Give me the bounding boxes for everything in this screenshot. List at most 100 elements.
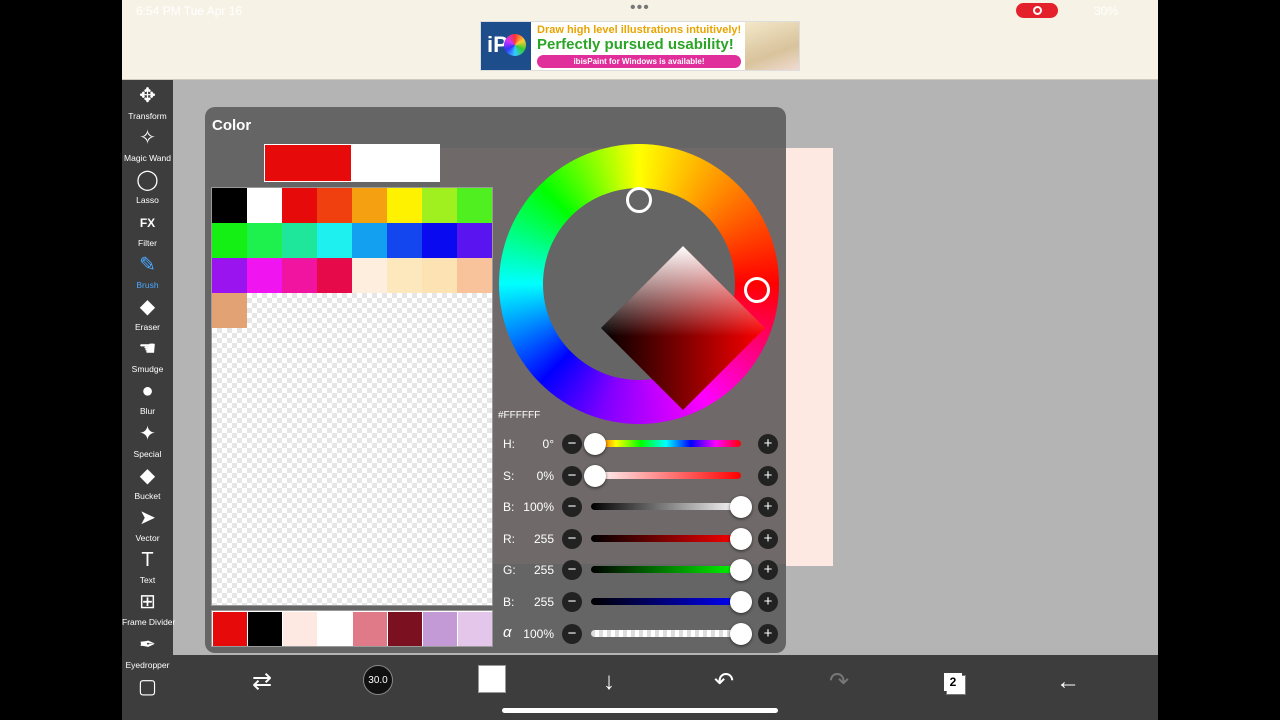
- slider-track[interactable]: [591, 598, 741, 605]
- decrement-button[interactable]: −: [562, 465, 582, 486]
- palette-swatch[interactable]: [212, 258, 247, 293]
- tool-bucket[interactable]: ◆ Bucket: [122, 463, 173, 505]
- decrement-button[interactable]: −: [562, 623, 582, 644]
- tool-magic-wand[interactable]: ✧ Magic Wand: [122, 125, 173, 167]
- slider-track[interactable]: [591, 566, 741, 574]
- palette-swatch[interactable]: [247, 223, 282, 258]
- recent-color-swatch[interactable]: [423, 612, 457, 646]
- tool-filter[interactable]: FX Filter: [122, 210, 173, 252]
- palette-swatch[interactable]: [212, 293, 247, 328]
- slider-thumb[interactable]: [730, 591, 752, 613]
- tool-special[interactable]: ✦ Special: [122, 421, 173, 463]
- hex-value[interactable]: #FFFFFF: [498, 410, 540, 421]
- palette-swatch[interactable]: [212, 188, 247, 223]
- recent-color-swatch[interactable]: [353, 612, 387, 646]
- ad-banner[interactable]: iP Draw high level illustrations intuiti…: [480, 21, 800, 71]
- slider-thumb[interactable]: [730, 559, 752, 582]
- canvas-artwork[interactable]: [785, 148, 833, 566]
- slider-track[interactable]: [591, 503, 741, 511]
- slider-track[interactable]: [591, 534, 741, 542]
- palette-swatch[interactable]: [352, 258, 387, 293]
- palette-swatch[interactable]: [247, 188, 282, 223]
- sv-picker-knob[interactable]: [626, 187, 652, 213]
- slider-value[interactable]: 100%: [516, 500, 554, 514]
- recent-color-swatch[interactable]: [318, 612, 352, 646]
- decrement-button[interactable]: −: [562, 592, 582, 612]
- layers-button[interactable]: 2: [936, 665, 970, 699]
- palette-swatch[interactable]: [282, 223, 317, 258]
- palette-swatch[interactable]: [457, 223, 492, 258]
- palette-swatch[interactable]: [317, 188, 352, 223]
- slider-value[interactable]: 0%: [516, 469, 554, 483]
- brush-size-button[interactable]: 30.0: [363, 665, 393, 695]
- palette-swatch[interactable]: [317, 258, 352, 293]
- increment-button[interactable]: +: [758, 623, 778, 644]
- palette-swatch[interactable]: [282, 188, 317, 223]
- tool-blur[interactable]: ● Blur: [122, 378, 173, 420]
- tool-vector[interactable]: ➤ Vector: [122, 505, 173, 547]
- palette-swatch[interactable]: [212, 223, 247, 258]
- down-arrow-icon[interactable]: ↓: [592, 665, 626, 699]
- decrement-button[interactable]: −: [562, 434, 582, 454]
- palette-swatch[interactable]: [352, 188, 387, 223]
- decrement-button[interactable]: −: [562, 528, 582, 549]
- palette-swatch[interactable]: [387, 258, 422, 293]
- tool-eyedropper[interactable]: ✒ Eyedropper: [122, 632, 173, 674]
- palette-swatch[interactable]: [422, 258, 457, 293]
- multitask-dots[interactable]: •••: [630, 0, 650, 17]
- increment-button[interactable]: +: [758, 465, 778, 486]
- palette-swatch[interactable]: [387, 223, 422, 258]
- sv-diamond-area[interactable]: [543, 188, 766, 411]
- slider-value[interactable]: 255: [516, 563, 554, 577]
- tool-brush[interactable]: ✎ Brush: [122, 252, 173, 294]
- palette-swatch[interactable]: [457, 258, 492, 293]
- increment-button[interactable]: +: [758, 528, 778, 549]
- increment-button[interactable]: +: [758, 592, 778, 612]
- current-color-button[interactable]: [478, 665, 506, 693]
- increment-button[interactable]: +: [758, 497, 778, 518]
- recent-color-swatch[interactable]: [213, 612, 247, 646]
- slider-thumb[interactable]: [584, 464, 606, 487]
- slider-value[interactable]: 255: [516, 532, 554, 546]
- palette-swatch[interactable]: [387, 188, 422, 223]
- slider-thumb[interactable]: [730, 622, 752, 645]
- decrement-button[interactable]: −: [562, 560, 582, 581]
- tool-lasso[interactable]: ◯ Lasso: [122, 167, 173, 209]
- screen-recording-icon[interactable]: [1016, 3, 1058, 18]
- sub-color-swatch[interactable]: [352, 144, 440, 182]
- slider-value[interactable]: 100%: [516, 627, 554, 641]
- slider-thumb[interactable]: [584, 433, 606, 455]
- decrement-button[interactable]: −: [562, 497, 582, 518]
- palette-swatch[interactable]: [457, 188, 492, 223]
- undo-icon[interactable]: ↶: [707, 665, 741, 699]
- tool-eraser[interactable]: ◆ Eraser: [122, 294, 173, 336]
- increment-button[interactable]: +: [758, 434, 778, 454]
- tool-text[interactable]: T Text: [122, 547, 173, 589]
- slider-track[interactable]: [591, 471, 741, 479]
- tool-transform[interactable]: ✥ Transform: [122, 83, 173, 125]
- hue-picker-knob[interactable]: [744, 277, 770, 303]
- swap-colors-icon[interactable]: ⇄: [245, 665, 279, 699]
- slider-thumb[interactable]: [730, 496, 752, 519]
- palette-swatch[interactable]: [352, 223, 387, 258]
- recent-color-swatch[interactable]: [283, 612, 317, 646]
- increment-button[interactable]: +: [758, 560, 778, 581]
- tool-frame-divider[interactable]: ⊞ Frame Divider: [122, 589, 175, 631]
- slider-track[interactable]: [591, 440, 741, 447]
- palette-swatch[interactable]: [247, 258, 282, 293]
- tool-smudge[interactable]: ☚ Smudge: [122, 336, 173, 378]
- recent-color-swatch[interactable]: [248, 612, 282, 646]
- hue-wheel[interactable]: [499, 144, 779, 424]
- slider-thumb[interactable]: [730, 527, 752, 550]
- redo-icon[interactable]: ↷: [822, 665, 856, 699]
- main-color-swatch[interactable]: [264, 144, 352, 182]
- recent-color-swatch[interactable]: [458, 612, 492, 646]
- palette-swatch[interactable]: [317, 223, 352, 258]
- palette-swatch[interactable]: [282, 258, 317, 293]
- palette-swatch[interactable]: [422, 223, 457, 258]
- back-arrow-icon[interactable]: ←: [1051, 665, 1085, 699]
- palette-swatch[interactable]: [422, 188, 457, 223]
- tool-canvas[interactable]: ▢: [122, 674, 173, 716]
- slider-track[interactable]: [591, 629, 741, 637]
- recent-color-swatch[interactable]: [388, 612, 422, 646]
